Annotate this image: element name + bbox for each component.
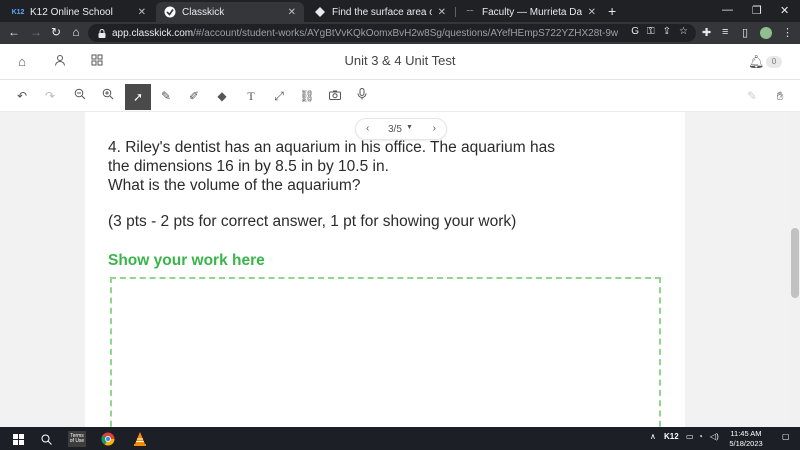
points-note: (3 pts - 2 pts for correct answer, 1 pt …	[108, 213, 517, 230]
page-indicator: 3/5	[388, 124, 402, 135]
tab-title: Find the surface area of the cub	[332, 6, 432, 18]
question-text: 4. Riley's dentist has an aquarium in hi…	[108, 138, 668, 195]
microphone-icon[interactable]	[354, 88, 370, 104]
tab-title: Faculty — Murrieta Dance Projec	[482, 6, 582, 18]
brainly-icon	[314, 6, 326, 18]
clock-date: 5/18/2023	[729, 439, 763, 448]
k12-tray-label[interactable]: K12	[664, 432, 679, 441]
question-line: the dimensions 16 in by 8.5 in by 10.5 i…	[108, 158, 389, 175]
undo-icon[interactable]: ↶	[14, 88, 30, 104]
tab-brainly[interactable]: Find the surface area of the cub ✕	[306, 2, 454, 22]
restore-icon[interactable]: ❐	[752, 4, 762, 17]
reading-list-icon[interactable]: ≡	[722, 26, 728, 38]
chrome-icon[interactable]	[100, 431, 116, 447]
tab-dance[interactable]: ~~ Faculty — Murrieta Dance Projec ✕	[456, 2, 604, 22]
work-area-box[interactable]	[110, 277, 661, 437]
link-icon[interactable]: ⛓︎	[299, 88, 315, 104]
tab-title: Classkick	[182, 6, 225, 18]
windows-taskbar: Terms of Use ∧ K12 ▭ ◔ ◁) 11:45 AM 5/18/…	[0, 427, 800, 450]
bell-icon[interactable]: 🔔︎	[748, 54, 765, 70]
pointer-tool-icon[interactable]: ➚	[125, 84, 151, 110]
redo-icon[interactable]: ↷	[42, 88, 58, 104]
home-icon[interactable]: ⌂	[68, 25, 84, 39]
url-host: app.classkick.com	[112, 27, 194, 39]
next-page-icon[interactable]: ›	[433, 123, 436, 134]
battery-icon[interactable]: ▭	[686, 432, 694, 441]
new-tab-button[interactable]: +	[608, 3, 616, 19]
notifications-icon[interactable]: ▢	[782, 432, 790, 441]
feedback-icon[interactable]: ✎	[744, 88, 760, 104]
scrollbar-thumb[interactable]	[791, 228, 799, 298]
drawing-toolbar: ↶ ↷ ➚ ✎ ✐ ◆ T ⤢ ⛓︎ ✎ ✋︎	[0, 80, 800, 112]
terms-of-use-label: Terms of Use	[69, 433, 85, 444]
forward-icon[interactable]: →	[28, 25, 44, 39]
dance-icon: ~~	[466, 9, 474, 15]
wifi-icon[interactable]: ◔	[698, 432, 703, 441]
eraser-icon[interactable]: ◆	[214, 88, 230, 104]
close-icon[interactable]: ✕	[438, 7, 446, 18]
camera-icon[interactable]	[327, 88, 343, 104]
google-lens-icon[interactable]: G	[631, 26, 639, 37]
extensions-icon[interactable]: ✚	[702, 26, 711, 39]
tab-classkick[interactable]: Classkick ✕	[156, 2, 304, 22]
previous-page-icon[interactable]: ‹	[366, 123, 369, 134]
highlighter-icon[interactable]: ✐	[186, 88, 202, 104]
close-icon[interactable]: ✕	[288, 7, 296, 18]
url-path: /#/account/student-works/AYgBtVvKQkOomxB…	[193, 27, 619, 39]
scrollbar[interactable]	[790, 112, 800, 427]
page-title: Unit 3 & 4 Unit Test	[344, 53, 456, 68]
close-window-icon[interactable]: ✕	[780, 4, 789, 17]
share-icon[interactable]: ⇪	[663, 26, 671, 37]
menu-kebab-icon[interactable]: ⋮	[782, 26, 793, 39]
line-tool-icon[interactable]: ⤢	[271, 88, 287, 104]
classkick-header: ⌂ Unit 3 & 4 Unit Test 🔔︎ 0	[0, 44, 800, 80]
text-tool-icon[interactable]: T	[243, 88, 259, 104]
close-icon[interactable]: ✕	[588, 7, 596, 18]
classkick-icon	[164, 6, 176, 18]
address-bar[interactable]: app.classkick.com/#/account/student-work…	[88, 24, 696, 42]
browser-tab-strip: K12 K12 Online School ✕ Classkick ✕ Find…	[0, 0, 800, 22]
lock-icon	[98, 28, 106, 38]
vlc-icon[interactable]	[132, 431, 148, 447]
sidebar-icon[interactable]: ▯	[742, 26, 748, 39]
terms-of-use-app-icon[interactable]: Terms of Use	[68, 431, 86, 447]
minimize-icon[interactable]: —	[722, 4, 733, 16]
zoom-out-icon[interactable]	[72, 88, 88, 104]
close-icon[interactable]: ✕	[138, 7, 146, 18]
back-icon[interactable]: ←	[6, 25, 22, 39]
bookmark-star-icon[interactable]: ☆	[679, 26, 688, 37]
chevron-up-icon[interactable]: ∧	[650, 432, 656, 441]
browser-toolbar: ← → ↻ ⌂ app.classkick.com/#/account/stud…	[0, 22, 800, 44]
system-clock[interactable]: 11:45 AM 5/18/2023	[722, 429, 770, 449]
chevron-down-icon[interactable]: ▼	[406, 124, 413, 131]
tab-k12[interactable]: K12 K12 Online School ✕	[4, 2, 154, 22]
page-navigator[interactable]: ‹ 3/5 ▼ ›	[355, 118, 447, 140]
windows-start-icon[interactable]	[10, 431, 26, 447]
notification-count: 0	[766, 56, 782, 68]
speaker-icon[interactable]: ◁)	[710, 432, 719, 441]
key-icon[interactable]: ⚿	[647, 26, 655, 37]
search-icon[interactable]	[38, 431, 54, 447]
question-line: 4. Riley's dentist has an aquarium in hi…	[108, 139, 555, 156]
hand-raise-icon[interactable]: ✋︎	[772, 88, 788, 104]
pen-icon[interactable]: ✎	[158, 88, 174, 104]
show-work-label: Show your work here	[108, 252, 265, 269]
k12-icon: K12	[11, 8, 25, 16]
reload-icon[interactable]: ↻	[48, 25, 64, 39]
question-line: What is the volume of the aquarium?	[108, 177, 361, 194]
profile-avatar[interactable]	[760, 27, 772, 39]
clock-time: 11:45 AM	[730, 429, 762, 438]
zoom-in-icon[interactable]	[100, 88, 116, 104]
tab-title: K12 Online School	[30, 6, 113, 18]
